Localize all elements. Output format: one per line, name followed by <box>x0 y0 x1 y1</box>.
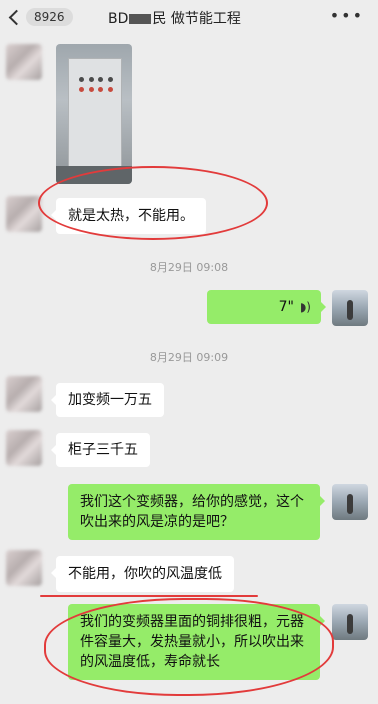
chat-title: BD 民 做节能工程 <box>108 8 241 28</box>
incoming-message[interactable]: 柜子三千五 <box>51 433 150 467</box>
outgoing-message[interactable]: 我们这个变频器，给你的感觉，这个吹出来的风是凉的是吧？ <box>68 484 325 540</box>
more-options-icon[interactable]: ••• <box>330 8 364 24</box>
voice-duration: 7" <box>278 299 294 315</box>
back-button[interactable]: 8926 <box>6 4 73 30</box>
contact-avatar[interactable] <box>6 430 42 466</box>
unread-count-badge: 8926 <box>26 8 73 26</box>
contact-avatar[interactable] <box>6 376 42 412</box>
incoming-message[interactable]: 不能用，你吹的风温度低 <box>51 556 234 592</box>
message-text: 柜子三千五 <box>68 442 138 458</box>
cabinet-image <box>68 58 122 168</box>
top-bar: 8926 BD 民 做节能工程 ••• <box>0 0 378 36</box>
contact-avatar[interactable] <box>6 44 42 80</box>
redaction-mark <box>129 14 152 24</box>
outgoing-message[interactable]: 我们的变频器里面的铜排很粗，元器件容量大，发热量就小，所以吹出来的风温度低，寿命… <box>68 604 325 680</box>
message-timestamp: 8月29日 09:09 <box>149 351 229 364</box>
chat-title-prefix: BD <box>108 11 129 27</box>
voice-message[interactable]: 7" ◗) <box>207 290 326 324</box>
photo-message[interactable] <box>56 44 132 184</box>
chat-title-suffix: 民 做节能工程 <box>152 11 241 27</box>
incoming-message[interactable]: 就是太热，不能用。 <box>51 198 206 234</box>
incoming-message[interactable]: 加变频一万五 <box>51 383 164 417</box>
message-text: 就是太热，不能用。 <box>68 208 194 224</box>
annotation-underline <box>40 595 258 597</box>
self-avatar[interactable] <box>332 484 368 520</box>
contact-avatar[interactable] <box>6 550 42 586</box>
message-text: 不能用，你吹的风温度低 <box>68 566 222 582</box>
self-avatar[interactable] <box>332 604 368 640</box>
message-text: 我们这个变频器，给你的感觉，这个吹出来的风是凉的是吧？ <box>80 494 304 530</box>
contact-avatar[interactable] <box>6 196 42 232</box>
message-text: 加变频一万五 <box>68 392 152 408</box>
message-timestamp: 8月29日 09:08 <box>149 261 229 274</box>
chevron-left-icon <box>8 9 25 25</box>
message-text: 我们的变频器里面的铜排很粗，元器件容量大，发热量就小，所以吹出来的风温度低，寿命… <box>80 614 304 670</box>
voice-wave-icon: ◗) <box>299 300 311 314</box>
self-avatar[interactable] <box>332 290 368 326</box>
